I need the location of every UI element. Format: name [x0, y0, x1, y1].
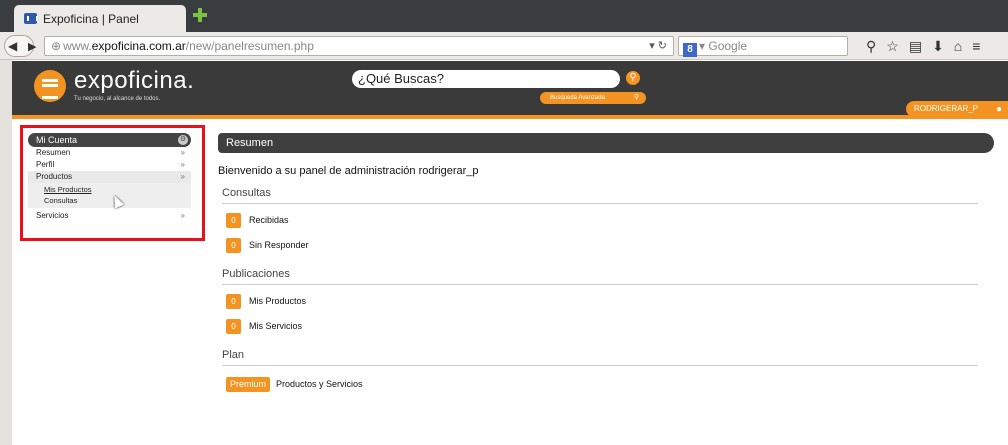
search-engine-name: Google: [708, 39, 748, 53]
stat-label: Mis Servicios: [249, 321, 303, 331]
url-path: /new/panelresumen.php: [185, 39, 314, 53]
menu-icon[interactable]: ≡: [972, 38, 990, 54]
stat-label: Mis Productos: [249, 296, 307, 306]
logo-text[interactable]: expoficina.: [74, 67, 194, 95]
url-bar[interactable]: ⊕ www.expoficina.com.ar/new/panelresumen.…: [44, 36, 674, 56]
browser-tab[interactable]: Expoficina | Panel: [14, 5, 186, 32]
count-badge: 0: [226, 293, 241, 309]
toolbar-icons: ⚲☆▤⬇⌂≡: [866, 38, 990, 55]
globe-icon: ⊕: [51, 39, 62, 53]
tab-title: Expoficina | Panel: [43, 11, 139, 26]
advanced-search-label: Busqueda Avanzada: [550, 95, 605, 101]
logo-tagline: Tu negocio, al alcance de todos.: [74, 96, 161, 102]
site-search-input[interactable]: ¿Qué Buscas?: [352, 70, 620, 88]
header-accent-line: [12, 115, 1008, 119]
download-icon[interactable]: ⬇: [932, 38, 954, 54]
stat-label: Recibidas: [249, 215, 289, 225]
site-search-button[interactable]: ⚲: [626, 71, 640, 85]
count-badge: 0: [226, 212, 241, 228]
section-title-publicaciones: Publicaciones: [222, 268, 978, 285]
browser-search-field[interactable]: 8 ▾ Google: [678, 36, 848, 57]
stat-row-mis-servicios[interactable]: 0 Mis Servicios: [226, 317, 994, 335]
bookmark-star-icon[interactable]: ☆: [886, 38, 909, 54]
username: RODRIGERAR_P: [914, 104, 979, 113]
plan-label: Productos y Servicios: [276, 379, 363, 389]
left-gutter: [0, 60, 12, 445]
panel-title-bar: Resumen: [218, 133, 994, 153]
url-prefix: www.: [63, 39, 92, 53]
stat-label: Sin Responder: [249, 240, 309, 250]
welcome-message: Bienvenido a su panel de administración …: [218, 165, 479, 177]
advanced-search-button[interactable]: Busqueda Avanzada ⚲: [540, 92, 646, 104]
count-badge: 0: [226, 237, 241, 253]
section-title-consultas: Consultas: [222, 187, 978, 204]
site-header: expoficina. Tu negocio, al alcance de to…: [12, 61, 1008, 117]
page-content: expoficina. Tu negocio, al alcance de to…: [12, 61, 1008, 445]
section-title-plan: Plan: [222, 349, 978, 366]
stat-row-recibidas[interactable]: 0 Recibidas: [226, 211, 994, 229]
reload-icon[interactable]: ▾ ↻: [649, 37, 667, 55]
search-icon[interactable]: ⚲: [866, 38, 886, 54]
google-icon: 8: [683, 43, 697, 57]
stat-row-sin-responder[interactable]: 0 Sin Responder: [226, 236, 994, 254]
browser-tab-bar: Expoficina | Panel: [0, 0, 1008, 32]
stat-row-mis-productos[interactable]: 0 Mis Productos: [226, 292, 994, 310]
plan-badge[interactable]: Premium: [226, 376, 271, 392]
site-favicon-icon: [24, 13, 38, 24]
expoficina-logo-icon[interactable]: [34, 70, 66, 102]
search-icon: ⚲: [633, 94, 639, 101]
url-host: expoficina.com.ar: [91, 39, 186, 53]
bookmarks-menu-icon[interactable]: ▤: [909, 38, 932, 54]
new-tab-plus-icon[interactable]: [192, 7, 208, 23]
count-badge: 0: [226, 318, 241, 334]
home-icon[interactable]: ⌂: [954, 38, 972, 54]
forward-button[interactable]: ▶: [28, 40, 36, 53]
browser-nav-bar: ◀ ▶ ⊕ www.expoficina.com.ar/new/panelresu…: [0, 32, 1008, 60]
plan-row: Premium Productos y Servicios: [226, 375, 994, 393]
main-panel: Resumen Bienvenido a su panel de adminis…: [218, 133, 994, 393]
red-highlight-box: [20, 125, 205, 241]
